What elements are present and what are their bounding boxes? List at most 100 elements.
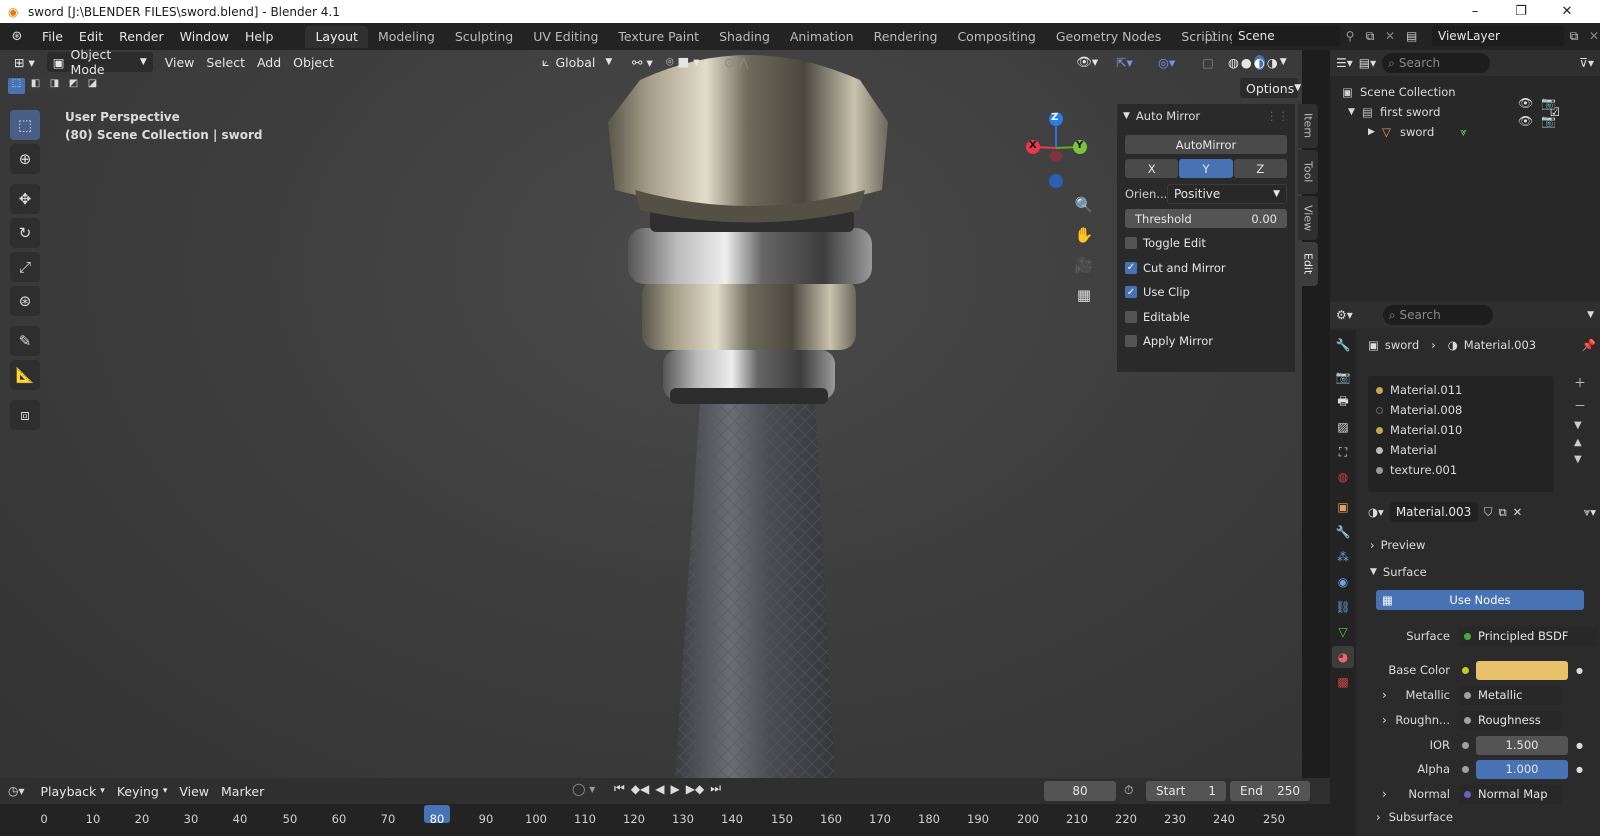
- camera-icon[interactable]: 📷: [1541, 114, 1556, 128]
- camera-view-icon[interactable]: 🎥: [1071, 252, 1097, 278]
- tab-view[interactable]: View: [1298, 196, 1318, 240]
- world-icon[interactable]: ◍: [1332, 466, 1354, 488]
- list-item[interactable]: texture.001: [1376, 460, 1546, 480]
- keyframe-dot-icon[interactable]: ●: [1576, 765, 1583, 774]
- end-frame-field[interactable]: End 250: [1230, 781, 1310, 801]
- display-mode-icon[interactable]: ▤▾: [1359, 56, 1376, 70]
- apply-mirror-checkbox[interactable]: Apply Mirror: [1125, 332, 1287, 350]
- material-name-field[interactable]: Material.003: [1389, 502, 1478, 522]
- viewport-menu-view[interactable]: View: [159, 52, 201, 72]
- add-slot-icon[interactable]: ＋: [1574, 374, 1586, 391]
- play-reverse-icon[interactable]: ◀: [655, 782, 664, 796]
- fake-user-shield-icon[interactable]: ⛉: [1484, 505, 1493, 520]
- duplicate-material-icon[interactable]: ⧉: [1498, 505, 1506, 520]
- scene-icon[interactable]: ⛶: [1332, 441, 1354, 463]
- particles-icon[interactable]: ⁂: [1332, 546, 1354, 568]
- delete-view-layer-icon[interactable]: ✕: [1584, 29, 1600, 43]
- blender-menu-icon[interactable]: ⊛: [0, 29, 34, 44]
- tab-geometry-nodes[interactable]: Geometry Nodes: [1046, 26, 1171, 48]
- prev-keyframe-icon[interactable]: ◆◀: [631, 782, 649, 796]
- drag-handle-icon[interactable]: ⋮⋮: [1266, 109, 1289, 123]
- mode-dropdown[interactable]: ▣ Object Mode ▼: [46, 47, 153, 77]
- keyframe-dot-icon[interactable]: ●: [1576, 741, 1583, 750]
- axis-z-button[interactable]: Z: [1233, 159, 1287, 178]
- list-item[interactable]: Material.011: [1376, 380, 1546, 400]
- play-icon[interactable]: ▶: [671, 782, 680, 796]
- output-icon[interactable]: 🖶: [1332, 391, 1354, 413]
- new-view-layer-icon[interactable]: ⧉: [1564, 29, 1584, 44]
- overlay-toggle-icon[interactable]: ◎▾: [1152, 52, 1181, 72]
- move-tool-icon[interactable]: ✥: [10, 184, 40, 214]
- measure-tool-icon[interactable]: 📐: [10, 360, 40, 390]
- gizmo-toggle-icon[interactable]: ⇱▾: [1110, 52, 1139, 72]
- new-scene-icon[interactable]: ⧉: [1360, 29, 1380, 44]
- move-down-icon[interactable]: ▼: [1574, 454, 1586, 465]
- tool-settings-icon[interactable]: 🔧: [1332, 334, 1354, 356]
- wireframe-shading-icon[interactable]: ◍: [1228, 55, 1239, 70]
- start-frame-field[interactable]: Start 1: [1146, 781, 1226, 801]
- chevron-right-icon[interactable]: ›: [1382, 713, 1387, 727]
- scene-selector[interactable]: ⛶ Scene ⚲ ⧉ ✕: [1206, 26, 1400, 46]
- editable-checkbox[interactable]: Editable: [1125, 308, 1287, 326]
- pan-hand-icon[interactable]: ✋: [1071, 222, 1097, 248]
- annotate-tool-icon[interactable]: ✎: [10, 326, 40, 356]
- tab-rendering[interactable]: Rendering: [864, 26, 948, 48]
- physics-icon[interactable]: ◉: [1332, 571, 1354, 593]
- menu-render[interactable]: Render: [111, 26, 172, 48]
- cut-and-mirror-checkbox[interactable]: ✓ Cut and Mirror: [1125, 259, 1287, 277]
- tab-sculpting[interactable]: Sculpting: [445, 26, 523, 48]
- tree-item-first-sword[interactable]: ▼ ▤ first sword ☑: [1342, 102, 1600, 122]
- chevron-right-icon[interactable]: ›: [1382, 787, 1387, 801]
- chevron-down-icon[interactable]: ▼: [1587, 310, 1594, 320]
- automirror-button[interactable]: AutoMirror: [1125, 135, 1287, 154]
- list-item[interactable]: Material.010: [1376, 420, 1546, 440]
- keying-menu[interactable]: Keying ▾: [111, 781, 174, 801]
- tab-animation[interactable]: Animation: [780, 26, 864, 48]
- snap-icon[interactable]: ⌾ ■ ▾: [660, 52, 706, 72]
- eye-icon[interactable]: 👁: [1518, 96, 1533, 110]
- menu-edit[interactable]: Edit: [71, 26, 111, 48]
- ior-slider[interactable]: 1.500: [1476, 735, 1568, 755]
- rendered-shading-icon[interactable]: ◑: [1267, 55, 1278, 70]
- jump-end-icon[interactable]: ⏭: [710, 781, 721, 796]
- metallic-input-field[interactable]: Metallic: [1458, 685, 1562, 705]
- surface-shader-field[interactable]: Principled BSDF: [1458, 626, 1598, 646]
- material-icon[interactable]: ◕: [1332, 646, 1354, 668]
- render-icon[interactable]: 📷: [1332, 366, 1354, 388]
- list-item[interactable]: Material.008: [1376, 400, 1546, 420]
- next-keyframe-icon[interactable]: ▶◆: [686, 782, 704, 796]
- list-item[interactable]: Material: [1376, 440, 1546, 460]
- chevron-down-icon[interactable]: ▼: [1348, 102, 1362, 122]
- outliner-search-input[interactable]: ⌕ Search: [1382, 53, 1491, 73]
- modifier-wrench-icon[interactable]: 🔧: [1332, 521, 1354, 543]
- pin-icon[interactable]: 📌: [1582, 338, 1596, 352]
- auto-keying-icon[interactable]: ◯ ▾: [572, 782, 595, 796]
- solid-shading-icon[interactable]: ●: [1241, 55, 1252, 70]
- playback-menu[interactable]: Playback ▾: [35, 781, 111, 801]
- editor-type-icon[interactable]: ⚙▾: [1336, 308, 1353, 322]
- menu-window[interactable]: Window: [172, 26, 237, 48]
- camera-icon[interactable]: 📷: [1541, 96, 1556, 110]
- scene-field[interactable]: Scene: [1232, 26, 1340, 46]
- view-layer-icon[interactable]: ▨: [1332, 416, 1354, 438]
- orientation-dropdown[interactable]: Positive ▼: [1167, 184, 1287, 204]
- delete-scene-icon[interactable]: ✕: [1380, 29, 1400, 43]
- visibility-icon[interactable]: 👁▾: [1070, 52, 1104, 72]
- editor-type-icon[interactable]: ☰▾: [1336, 56, 1353, 70]
- tab-compositing[interactable]: Compositing: [947, 26, 1045, 48]
- base-color-swatch[interactable]: [1476, 660, 1568, 680]
- maximize-button[interactable]: ❐: [1498, 0, 1544, 23]
- constraints-icon[interactable]: ⛓: [1332, 596, 1354, 618]
- navigation-gizmo[interactable]: Z Y X: [1022, 110, 1090, 192]
- use-nodes-button[interactable]: ▦ Use Nodes: [1376, 590, 1584, 610]
- ortho-grid-icon[interactable]: ▦: [1071, 282, 1097, 308]
- preview-panel-header[interactable]: › Preview: [1370, 534, 1596, 556]
- filter-icon[interactable]: ⊽▾: [1579, 56, 1594, 70]
- toggle-edit-checkbox[interactable]: Toggle Edit: [1125, 234, 1287, 252]
- editor-type-icon[interactable]: ⊞ ▾: [8, 52, 41, 72]
- chevron-down-icon[interactable]: ▼: [1574, 420, 1586, 431]
- proportional-edit-icon[interactable]: ⊙ ⋀: [718, 52, 755, 72]
- editor-type-icon[interactable]: ◷▾: [8, 784, 25, 798]
- viewport-menu-select[interactable]: Select: [200, 52, 251, 72]
- roughness-input-field[interactable]: Roughness: [1458, 710, 1562, 730]
